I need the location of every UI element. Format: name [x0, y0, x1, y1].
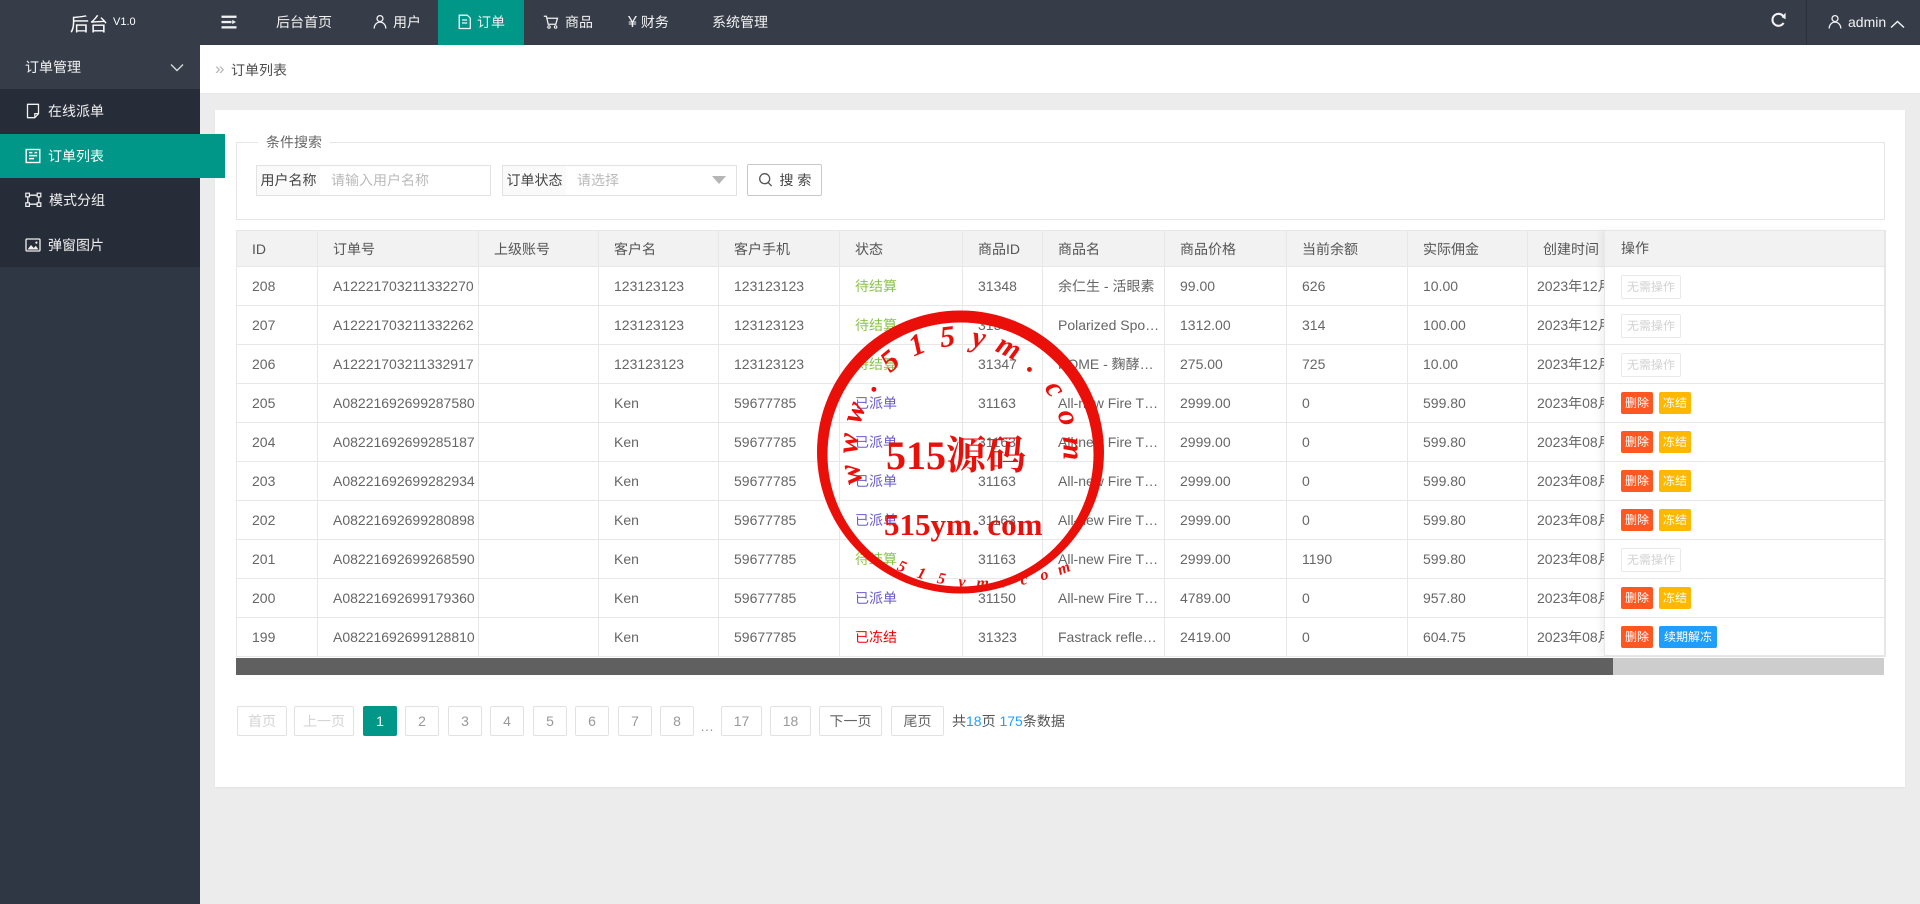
- svg-text:515源码: 515源码: [886, 433, 1026, 478]
- svg-text:5: 5: [874, 344, 906, 379]
- svg-text:.: .: [853, 372, 884, 397]
- svg-text:m: m: [1056, 437, 1089, 460]
- svg-text:5: 5: [938, 320, 957, 355]
- svg-text:w: w: [832, 460, 869, 488]
- svg-text:c: c: [1038, 374, 1073, 403]
- svg-text:y: y: [967, 320, 989, 355]
- svg-text:o: o: [1038, 566, 1050, 585]
- svg-text:m: m: [1055, 558, 1073, 578]
- svg-text:w: w: [835, 397, 873, 428]
- svg-text:1: 1: [915, 565, 928, 584]
- svg-text:o: o: [1051, 406, 1087, 430]
- svg-text:.: .: [1001, 574, 1006, 591]
- svg-text:515ym. com: 515ym. com: [884, 507, 1043, 542]
- svg-text:.: .: [1021, 350, 1049, 380]
- svg-text:5: 5: [895, 558, 909, 577]
- svg-text:1: 1: [904, 327, 931, 363]
- svg-text:w: w: [831, 431, 865, 454]
- svg-text:m: m: [976, 575, 989, 592]
- svg-text:5: 5: [936, 570, 947, 588]
